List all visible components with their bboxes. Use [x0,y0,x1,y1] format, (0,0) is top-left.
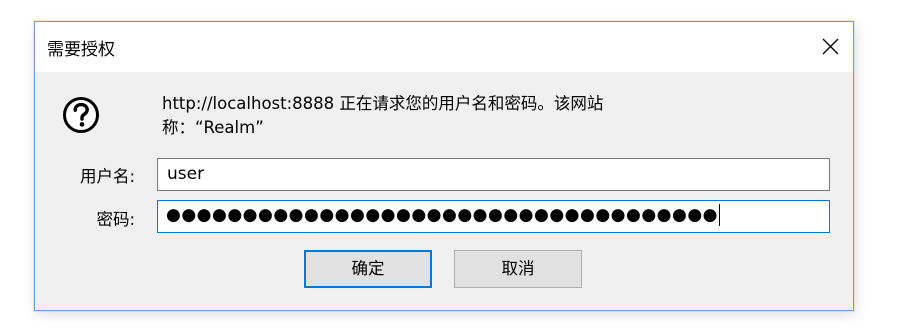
title-bar: 需要授权 [35,22,853,72]
text-caret [719,204,721,226]
username-field[interactable]: user [157,158,830,191]
dialog-title: 需要授权 [47,40,115,60]
auth-message: http://localhost:8888 正在请求您的用户名和密码。该网站 称… [162,92,762,140]
close-button[interactable] [807,22,853,72]
username-value: user [167,164,205,184]
auth-message-line-2: 称：“Realm” [162,118,264,137]
cancel-button[interactable]: 取消 [454,250,582,288]
close-icon [822,38,839,55]
question-mark-circle-icon [63,97,99,133]
password-field[interactable]: ●●●●●●●●●●●●●●●●●●●●●●●●●●●●●●●●●●●● [157,200,830,233]
password-value: ●●●●●●●●●●●●●●●●●●●●●●●●●●●●●●●●●●●● [166,205,719,225]
auth-message-line-1: http://localhost:8888 正在请求您的用户名和密码。该网站 [162,94,604,113]
password-value-wrap: ●●●●●●●●●●●●●●●●●●●●●●●●●●●●●●●●●●●● [166,204,721,226]
password-label: 密码: [96,210,135,229]
username-label: 用户名: [79,167,135,186]
auth-dialog: 需要授权 http://localhost:8888 正在请求您的用户名和密码。… [34,21,854,311]
ok-button[interactable]: 确定 [304,250,432,288]
